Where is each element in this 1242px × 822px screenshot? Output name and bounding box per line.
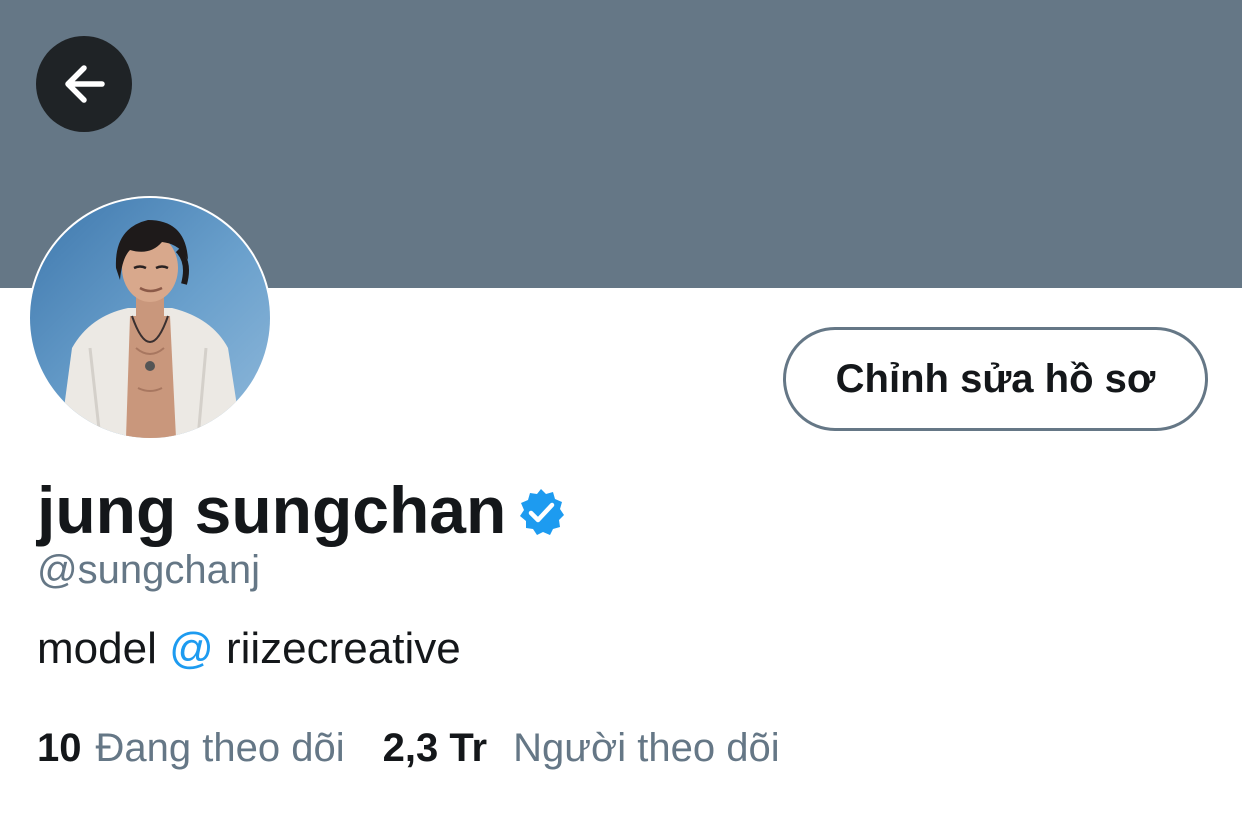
bio-mention-text: riizecreative [213, 624, 461, 673]
profile-bio: model @ riizecreative [37, 624, 461, 674]
follow-stats: 10 Đang theo dõi 2,3 Tr Người theo dõi [37, 726, 780, 771]
profile-page: Chỉnh sửa hồ sơ jung sungchan @sungchanj… [0, 0, 1242, 822]
followers-count: 2,3 Tr [382, 726, 488, 770]
user-handle: @sungchanj [37, 548, 260, 592]
following-count: 10 [37, 726, 82, 770]
back-button[interactable] [36, 36, 132, 132]
avatar[interactable] [30, 198, 270, 438]
bio-mention-at-symbol[interactable]: @ [169, 624, 214, 673]
followers-stat[interactable]: 2,3 Tr Người theo dõi [383, 726, 780, 771]
verified-badge-icon [520, 489, 565, 535]
following-label: Đang theo dõi [95, 726, 345, 770]
profile-avatar [30, 198, 270, 438]
avatar-container [28, 196, 272, 440]
edit-profile-button[interactable]: Chỉnh sửa hồ sơ [783, 327, 1208, 431]
followers-label: Người theo dõi [513, 726, 780, 770]
bio-text: model [37, 624, 170, 673]
name-row: jung sungchan [37, 468, 566, 552]
display-name: jung sungchan [37, 473, 507, 547]
following-stat[interactable]: 10 Đang theo dõi [37, 726, 345, 771]
arrow-left-icon [65, 65, 105, 103]
